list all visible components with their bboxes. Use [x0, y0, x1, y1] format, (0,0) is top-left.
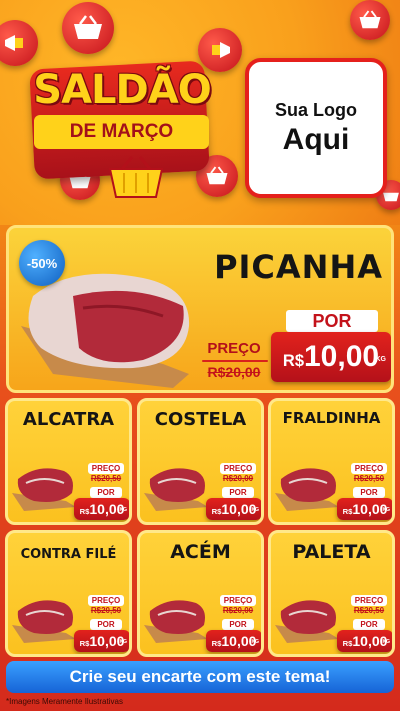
currency-symbol: R$: [79, 507, 90, 516]
product-name: ACÉM: [170, 541, 231, 563]
new-price: R$10,00 KG: [337, 630, 392, 652]
old-price-value: R$20,50: [353, 474, 385, 483]
new-price-value: 10,00: [304, 340, 380, 373]
unit-label: KG: [119, 639, 128, 645]
shopping-basket-icon: [62, 2, 114, 54]
new-price: R$10,00 KG: [206, 630, 261, 652]
promo-title: SALDÃO DE MARÇO: [22, 55, 222, 205]
promo-title-sub: DE MARÇO: [34, 115, 209, 149]
old-price: R$20,00: [216, 606, 260, 615]
product-name: PALETA: [292, 541, 371, 563]
product-card: ACÉM PREÇO R$20,00 POR R$10,00 KG: [137, 530, 264, 657]
meat-cut-icon: [275, 468, 339, 511]
new-price-label: POR: [90, 619, 122, 630]
new-price-label: POR: [353, 487, 385, 498]
old-price-label: PREÇO: [351, 595, 387, 606]
new-price-label: POR: [90, 487, 122, 498]
meat-cut-icon: [144, 468, 208, 511]
old-price-label: PREÇO: [351, 463, 387, 474]
currency-symbol: R$: [282, 352, 304, 370]
product-name: COSTELA: [154, 409, 247, 430]
currency-symbol: R$: [211, 507, 222, 516]
unit-label: KG: [119, 507, 128, 513]
featured-product-name: PICANHA: [214, 248, 383, 286]
new-price: R$10,00 KG: [337, 498, 392, 520]
old-price-label: PREÇO: [220, 463, 256, 474]
product-card: FRALDINHA PREÇO R$20,50 POR R$10,00 KG: [268, 398, 395, 525]
logo-text-line2: Aqui: [282, 122, 350, 156]
currency-symbol: R$: [342, 507, 353, 516]
currency-symbol: R$: [211, 639, 222, 648]
cta-banner[interactable]: Crie seu encarte com este tema!: [6, 661, 394, 693]
old-price-value: R$20,00: [207, 364, 261, 380]
currency-symbol: R$: [79, 639, 90, 648]
meat-cut-icon: [12, 468, 76, 511]
header-banner: SALDÃO DE MARÇO Sua Logo Aqui: [0, 0, 400, 225]
old-price-value: R$20,50: [353, 606, 385, 615]
new-price-label: POR: [286, 310, 378, 332]
old-price-value: R$20,50: [90, 606, 122, 615]
old-price-label: PREÇO: [220, 595, 256, 606]
disclaimer-text: *Imagens Meramente Ilustrativas: [6, 697, 123, 706]
old-price: R$20,50: [84, 606, 128, 615]
product-card: CONTRA FILÉ PREÇO R$20,50 POR R$10,00 KG: [5, 530, 132, 657]
logo-text-line1: Sua Logo: [275, 99, 357, 120]
old-price: R$20,00: [216, 474, 260, 483]
product-name: FRALDINHA: [282, 409, 381, 427]
new-price: R$10,00 KG: [271, 332, 391, 382]
old-price-value: R$20,00: [222, 474, 254, 483]
old-price-underline: [202, 360, 268, 362]
unit-label: KG: [375, 356, 387, 363]
meat-cut-icon: [275, 600, 339, 643]
unit-label: KG: [251, 639, 260, 645]
unit-label: KG: [382, 507, 391, 513]
currency-symbol: R$: [342, 639, 353, 648]
new-price: R$10,00 KG: [74, 630, 129, 652]
discount-badge: -50%: [19, 240, 65, 286]
product-card: PALETA PREÇO R$20,50 POR R$10,00 KG: [268, 530, 395, 657]
unit-label: KG: [251, 507, 260, 513]
meat-cut-icon: [12, 600, 76, 643]
logo-placeholder[interactable]: Sua Logo Aqui: [245, 58, 387, 198]
new-price-label: POR: [353, 619, 385, 630]
meat-cut-icon: [144, 600, 208, 643]
new-price-label: POR: [222, 619, 254, 630]
old-price: R$20,50: [347, 606, 391, 615]
product-card: ALCATRA PREÇO R$20,50 POR R$10,00 KG: [5, 398, 132, 525]
new-price: R$10,00 KG: [74, 498, 129, 520]
new-price: R$10,00 KG: [206, 498, 261, 520]
product-card: COSTELA PREÇO R$20,00 POR R$10,00 KG: [137, 398, 264, 525]
featured-product-picanha: -50% PICANHA PREÇO R$20,00 POR R$10,00 K…: [6, 225, 394, 393]
old-price-value: R$20,00: [222, 606, 254, 615]
old-price-value: R$20,50: [90, 474, 122, 483]
new-price-label: POR: [222, 487, 254, 498]
product-name: CONTRA FILÉ: [20, 547, 117, 562]
old-price-label: PREÇO: [207, 340, 261, 357]
old-price-label: PREÇO: [88, 595, 124, 606]
shopping-basket-icon: [350, 0, 390, 40]
old-price: R$20,00: [199, 364, 269, 380]
product-name: ALCATRA: [22, 409, 115, 430]
old-price: R$20,50: [347, 474, 391, 483]
old-price-label: PREÇO: [88, 463, 124, 474]
promo-title-main: SALDÃO: [33, 67, 211, 113]
shopping-basket-icon: [108, 156, 164, 198]
unit-label: KG: [382, 639, 391, 645]
old-price: R$20,50: [84, 474, 128, 483]
